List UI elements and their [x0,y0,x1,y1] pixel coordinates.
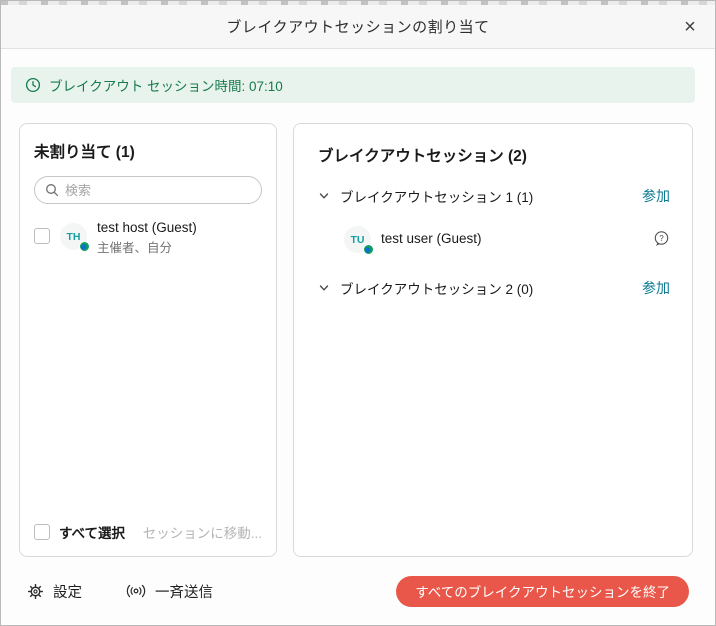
unassigned-panel-footer: すべて選択 セッションに移動... [34,512,262,542]
avatar-initials: TH [67,231,81,243]
avatar: TH [60,223,87,250]
search-box [34,176,262,204]
broadcast-icon [126,583,146,599]
dialog-titlebar: ブレイクアウトセッションの割り当て × [1,5,715,49]
settings-label: 設定 [53,581,82,602]
participant-meta: test host (Guest) 主催者、自分 [97,220,197,256]
session-1-join-button[interactable]: 参加 [642,186,670,206]
clock-icon [25,77,41,93]
select-all-checkbox[interactable] [34,524,50,540]
unassigned-participant-row[interactable]: TH test host (Guest) 主催者、自分 [34,220,262,256]
sessions-panel: ブレイクアウトセッション (2) ブレイクアウトセッション 1 (1) 参加 T… [293,123,693,557]
session-time-text: ブレイクアウト セッション時間: 07:10 [49,75,283,95]
session-2-label: ブレイクアウトセッション 2 (0) [340,278,533,298]
device-connected-badge [79,241,90,252]
avatar: TU [344,226,371,253]
chevron-down-icon[interactable] [318,190,330,202]
participant-role: 主催者、自分 [97,237,197,256]
help-question-bubble-icon[interactable]: ? [653,230,670,247]
select-all-label: すべて選択 [59,522,125,542]
session-2-join-button[interactable]: 参加 [642,278,670,298]
session-row-2[interactable]: ブレイクアウトセッション 2 (0) 参加 [314,270,672,306]
participant-checkbox[interactable] [34,228,50,244]
session-row-1[interactable]: ブレイクアウトセッション 1 (1) 参加 [314,178,672,214]
broadcast-button[interactable]: 一斉送信 [126,581,213,602]
gear-icon [27,583,44,600]
dialog-title: ブレイクアウトセッションの割り当て [226,16,489,37]
settings-button[interactable]: 設定 [27,581,82,602]
end-all-sessions-button[interactable]: すべてのブレイクアウトセッションを終了 [396,576,689,607]
svg-text:?: ? [659,233,664,242]
session-1-label: ブレイクアウトセッション 1 (1) [340,186,533,206]
search-icon [45,183,59,197]
session-time-banner: ブレイクアウト セッション時間: 07:10 [11,67,695,103]
chevron-down-icon[interactable] [318,282,330,294]
breakout-assignment-dialog: ブレイクアウトセッションの割り当て × ブレイクアウト セッション時間: 07:… [0,0,716,626]
select-all-control[interactable]: すべて選択 [34,522,125,542]
unassigned-title: 未割り当て (1) [34,140,262,162]
device-connected-badge [363,244,374,255]
participant-name: test host (Guest) [97,220,197,235]
dialog-footer: 設定 一斉送信 すべてのブレイクアウトセッションを終了 [1,557,715,625]
search-input[interactable] [65,183,251,198]
spacer [34,256,262,512]
broadcast-label: 一斉送信 [155,581,213,602]
move-to-session-button[interactable]: セッションに移動... [143,522,262,542]
participant-name: test user (Guest) [381,231,482,246]
panels-container: 未割り当て (1) TH test host (Guest) [1,103,715,557]
avatar-initials: TU [351,234,365,246]
unassigned-panel: 未割り当て (1) TH test host (Guest) [19,123,277,557]
session-1-participant-row[interactable]: TU test user (Guest) ? [344,218,670,258]
close-button[interactable]: × [675,12,705,42]
sessions-title: ブレイクアウトセッション (2) [318,144,672,166]
